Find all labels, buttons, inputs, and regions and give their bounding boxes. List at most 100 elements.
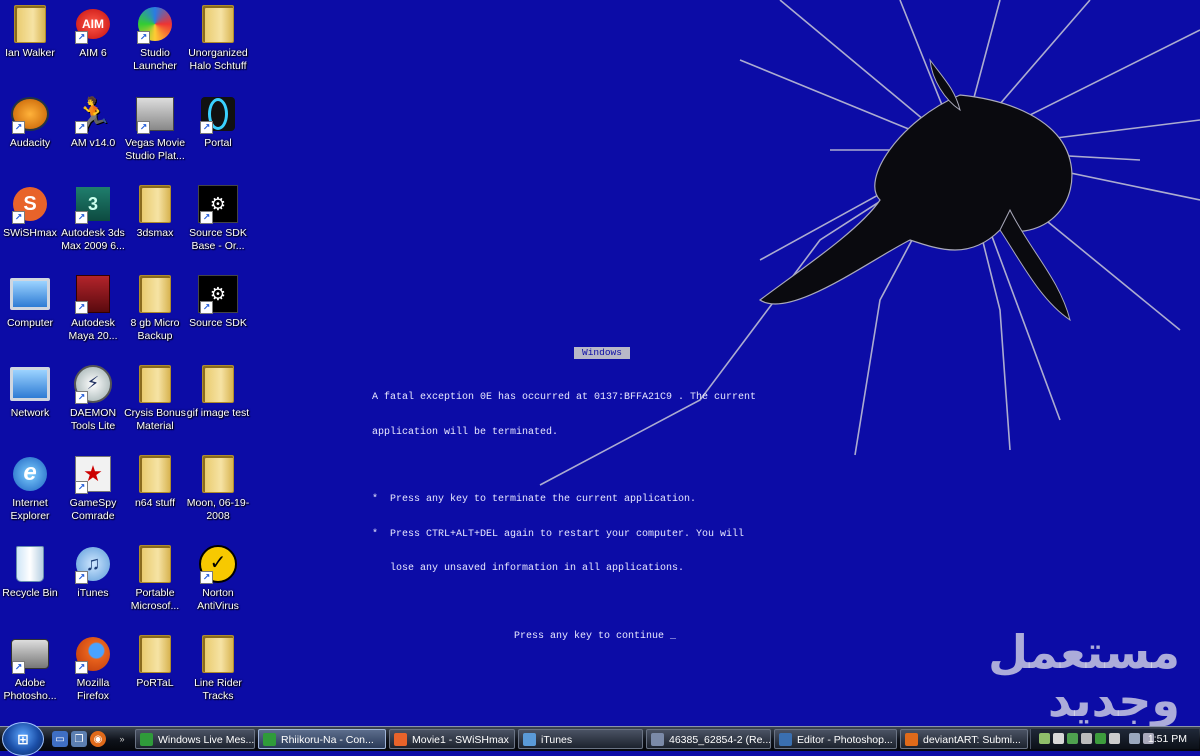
- taskbar-button[interactable]: Editor - Photoshop...: [774, 729, 897, 749]
- photoshop-icon: [779, 733, 792, 746]
- watermark-line1: مستعمل: [988, 625, 1180, 679]
- steam-icon: ⚙ ↗: [198, 274, 238, 314]
- desktop-icon-unorganized-halo-schtuff[interactable]: Unorganized Halo Schtuff: [186, 4, 250, 72]
- desktop-icon-n64-stuff[interactable]: n64 stuff: [123, 454, 187, 510]
- vegas-icon: ↗: [135, 94, 175, 134]
- desktop-icon-portable-microsof[interactable]: Portable Microsof...: [123, 544, 187, 612]
- desktop-icon-autodesk-3ds-max-2009-6[interactable]: 3 ↗ Autodesk 3ds Max 2009 6...: [61, 184, 125, 252]
- tray-app-icon[interactable]: [1039, 733, 1050, 744]
- clock[interactable]: 1:51 PM: [1148, 732, 1187, 746]
- audacity-icon: ↗: [10, 94, 50, 134]
- taskbar-button-label: Rhiikoru-Na - Con...: [281, 734, 374, 746]
- desktop-icon-gamespy-comrade[interactable]: ★ ↗ GameSpy Comrade: [61, 454, 125, 522]
- desktop-icon-label: iTunes: [77, 587, 109, 599]
- shortcut-arrow-icon: ↗: [12, 121, 25, 134]
- desktop-icon-8-gb-micro-backup[interactable]: 8 gb Micro Backup: [123, 274, 187, 342]
- network-tray-icon[interactable]: [1129, 733, 1140, 744]
- portal-icon: ↗: [198, 94, 238, 134]
- taskbar-button-label: 46385_62854-2 (Re...: [669, 734, 771, 746]
- windows-logo-icon: ⊞: [17, 730, 29, 747]
- shortcut-arrow-icon: ↗: [75, 31, 88, 44]
- desktop-icon-audacity[interactable]: ↗ Audacity: [0, 94, 62, 150]
- taskbar-button-label: iTunes: [541, 734, 573, 746]
- desktop-icon-label: Line Rider Tracks: [194, 677, 242, 702]
- desktop-icon-label: Studio Launcher: [133, 47, 177, 72]
- desktop-icon-label: Source SDK Base - Or...: [189, 227, 247, 252]
- tray-app-icon[interactable]: [1095, 733, 1106, 744]
- desktop-icon-norton-antivirus[interactable]: ✓ ↗ Norton AntiVirus: [186, 544, 250, 612]
- image-icon: [651, 733, 664, 746]
- desktop-icon-label: 8 gb Micro Backup: [130, 317, 180, 342]
- taskbar-button-label: Windows Live Mes...: [158, 734, 255, 746]
- desktop-icon-mozilla-firefox[interactable]: ↗ Mozilla Firefox: [61, 634, 125, 702]
- desktop-icon-label: Source SDK: [189, 317, 247, 329]
- computer-icon: [10, 274, 50, 314]
- system-tray: 1:51 PM: [1030, 729, 1199, 749]
- desktop-icon-studio-launcher[interactable]: ↗ Studio Launcher: [123, 4, 187, 72]
- desktop-icon-itunes[interactable]: ♫ ↗ iTunes: [61, 544, 125, 600]
- shortcut-arrow-icon: ↗: [200, 121, 213, 134]
- folder-icon: [135, 184, 175, 224]
- shortcut-arrow-icon: ↗: [75, 391, 88, 404]
- desktop-icon-vegas-movie-studio-plat[interactable]: ↗ Vegas Movie Studio Plat...: [123, 94, 187, 162]
- norton-icon: ✓ ↗: [198, 544, 238, 584]
- shortcut-arrow-icon: ↗: [75, 571, 88, 584]
- tray-app-icon[interactable]: [1081, 733, 1092, 744]
- network-icon: [10, 364, 50, 404]
- maya-icon: ↗: [73, 274, 113, 314]
- desktop-icon-am-v14-0[interactable]: 🏃 ↗ AM v14.0: [61, 94, 125, 150]
- desktop-icon-3dsmax[interactable]: 3dsmax: [123, 184, 187, 240]
- desktop-icon-swishmax[interactable]: S ↗ SWiSHmax: [0, 184, 62, 240]
- desktop-icon-portal[interactable]: PoRTaL: [123, 634, 187, 690]
- desktop-icon-aim-6[interactable]: AIM ↗ AIM 6: [61, 4, 125, 60]
- desktop-icon-adobe-photosho[interactable]: ↗ Adobe Photosho...: [0, 634, 62, 702]
- switch-windows-icon[interactable]: ❐: [71, 731, 87, 747]
- desktop-icon-portal[interactable]: ↗ Portal: [186, 94, 250, 150]
- folder-icon: [135, 364, 175, 404]
- taskbar-button[interactable]: 46385_62854-2 (Re...: [646, 729, 771, 749]
- desktop-icon-label: Ian Walker: [5, 47, 55, 59]
- desktop-icon-crysis-bonus-material[interactable]: Crysis Bonus Material: [123, 364, 187, 432]
- bsod-message: Windows A fatal exception 0E has occurre…: [372, 324, 812, 654]
- desktop-icon-label: gif image test: [186, 407, 250, 419]
- desktop-icon-label: Recycle Bin: [2, 587, 58, 599]
- taskbar-button[interactable]: iTunes: [518, 729, 643, 749]
- bsod-continue: Press any key to continue _: [514, 630, 677, 642]
- tray-app-icon[interactable]: [1067, 733, 1078, 744]
- shortcut-arrow-icon: ↗: [137, 31, 150, 44]
- desktop-icon-moon-06-19-2008[interactable]: Moon, 06-19-2008: [186, 454, 250, 522]
- shortcut-arrow-icon: ↗: [12, 211, 25, 224]
- desktop-icon-gif-image-test[interactable]: gif image test: [186, 364, 250, 420]
- start-button[interactable]: ⊞: [2, 722, 44, 756]
- quicklaunch-more-icon[interactable]: »: [114, 731, 130, 747]
- taskbar-button-label: Editor - Photoshop...: [797, 734, 893, 746]
- swishmax-icon: S ↗: [10, 184, 50, 224]
- folder-icon: [135, 274, 175, 314]
- desktop-icon-autodesk-maya-20[interactable]: ↗ Autodesk Maya 20...: [61, 274, 125, 342]
- 3dsmax-icon: 3 ↗: [73, 184, 113, 224]
- folder-icon: [198, 634, 238, 674]
- desktop-icon-line-rider-tracks[interactable]: Line Rider Tracks: [186, 634, 250, 702]
- desktop-icon-network[interactable]: Network: [0, 364, 62, 420]
- desktop-icon-recycle-bin[interactable]: Recycle Bin: [0, 544, 62, 600]
- desktop-icon-source-sdk-base-or[interactable]: ⚙ ↗ Source SDK Base - Or...: [186, 184, 250, 252]
- taskbar-button[interactable]: deviantART: Submi...: [900, 729, 1028, 749]
- desktop-icon-source-sdk[interactable]: ⚙ ↗ Source SDK: [186, 274, 250, 330]
- steam-icon: ⚙ ↗: [198, 184, 238, 224]
- desktop-icon-daemon-tools-lite[interactable]: ⚡ ↗ DAEMON Tools Lite: [61, 364, 125, 432]
- daemon-tools-icon: ⚡ ↗: [73, 364, 113, 404]
- taskbar-button[interactable]: Movie1 - SWiSHmax: [389, 729, 515, 749]
- taskbar-button[interactable]: Windows Live Mes...: [135, 729, 255, 749]
- tray-app-icon[interactable]: [1053, 733, 1064, 744]
- tray-app-icon[interactable]: [1109, 733, 1120, 744]
- show-desktop-icon[interactable]: ▭: [52, 731, 68, 747]
- taskbar-button[interactable]: Rhiikoru-Na - Con...: [258, 729, 386, 749]
- desktop-icon-internet-explorer[interactable]: e Internet Explorer: [0, 454, 62, 522]
- folder-icon: [135, 454, 175, 494]
- desktop-icon-ian-walker[interactable]: Ian Walker: [0, 4, 62, 60]
- internet-explorer-icon: e: [10, 454, 50, 494]
- folder-icon: [135, 544, 175, 584]
- desktop-icon-computer[interactable]: Computer: [0, 274, 62, 330]
- desktop-icon-label: DAEMON Tools Lite: [69, 407, 117, 432]
- firefox-quicklaunch-icon[interactable]: ◉: [90, 731, 106, 747]
